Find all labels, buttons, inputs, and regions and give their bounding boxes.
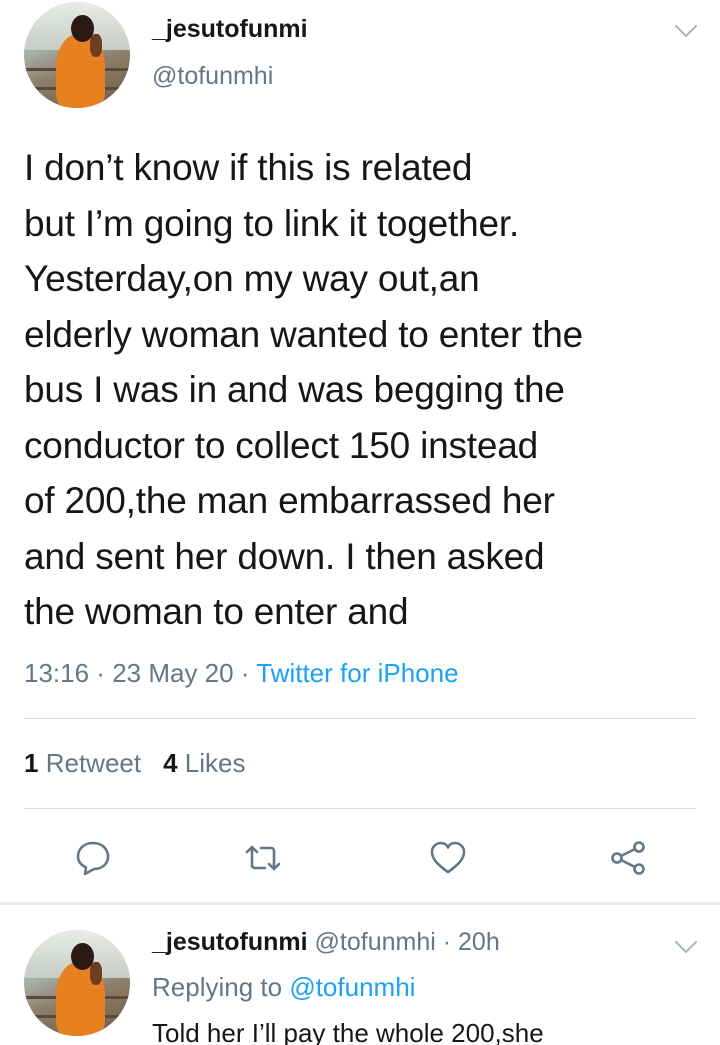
replying-to: Replying to @tofunmhi: [152, 972, 415, 1003]
tweet-text: I don’t know if this is related but I’m …: [24, 147, 584, 632]
display-name[interactable]: _jesutofunmi: [152, 15, 308, 44]
meta-separator: ·: [89, 658, 113, 688]
reply-text: Told her I’ll pay the whole 200,she: [152, 1018, 544, 1045]
reply-icon[interactable]: [73, 838, 113, 878]
avatar[interactable]: [24, 2, 130, 108]
replying-label: Replying to: [152, 972, 283, 1002]
divider: [24, 718, 696, 719]
likes-label: Likes: [184, 748, 246, 778]
chevron-down-icon[interactable]: [674, 940, 698, 954]
meta-separator: ·: [435, 928, 459, 956]
reply-age: 20h: [458, 928, 500, 956]
share-icon[interactable]: [608, 838, 648, 878]
engagement-stats: 1 Retweet 4 Likes: [24, 748, 246, 779]
chevron-down-icon[interactable]: [674, 24, 698, 38]
heart-icon[interactable]: [428, 838, 468, 878]
reply-display-name[interactable]: _jesutofunmi: [152, 928, 308, 956]
section-separator: [0, 902, 720, 905]
tweet-source-link[interactable]: Twitter for iPhone: [256, 658, 458, 688]
tweet-metadata: 13:16 · 23 May 20 · Twitter for iPhone: [24, 658, 459, 689]
reply-header: _jesutofunmi @tofunmhi · 20h: [152, 928, 500, 957]
likes-count: 4: [163, 748, 178, 778]
retweets-label: Retweet: [45, 748, 142, 778]
divider: [24, 808, 696, 809]
tweet-time: 13:16: [24, 658, 90, 688]
retweets-count: 1: [24, 748, 39, 778]
user-handle[interactable]: @tofunmhi: [152, 62, 273, 91]
reply-handle[interactable]: @tofunmhi: [315, 928, 436, 956]
replying-handle-link[interactable]: @tofunmhi: [289, 972, 415, 1002]
avatar-arm: [89, 33, 103, 58]
avatar[interactable]: [24, 930, 130, 1036]
retweet-icon[interactable]: [243, 838, 283, 878]
tweet-date: 23 May 20: [112, 658, 234, 688]
avatar-arm: [89, 961, 103, 986]
likes-stat[interactable]: 4 Likes: [163, 748, 245, 778]
retweets-stat[interactable]: 1 Retweet: [24, 748, 141, 778]
meta-separator: ·: [233, 658, 257, 688]
